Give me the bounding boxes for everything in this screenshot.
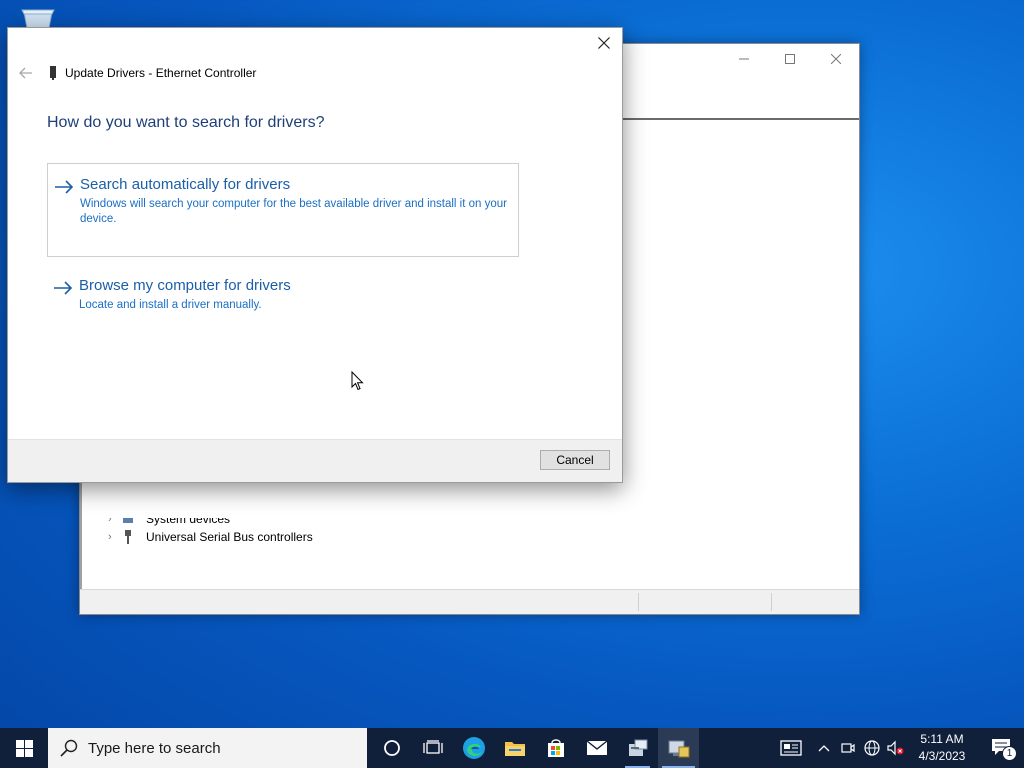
volume-button[interactable] [884, 728, 908, 768]
cortana-button[interactable] [371, 728, 412, 768]
chevron-up-icon [818, 745, 830, 752]
taskbar-search-box[interactable]: Type here to search [48, 728, 367, 768]
system-devices-icon [122, 518, 134, 525]
arrow-right-icon [48, 176, 80, 194]
cancel-button[interactable]: Cancel [540, 450, 610, 470]
mail-icon [586, 740, 607, 755]
network-app-button[interactable] [617, 728, 658, 768]
store-icon [547, 739, 564, 757]
arrow-right-icon [47, 277, 79, 295]
mail-button[interactable] [576, 728, 617, 768]
search-automatically-option[interactable]: Search automatically for drivers Windows… [47, 163, 519, 257]
minimize-icon [739, 58, 749, 60]
maximize-icon [785, 54, 795, 64]
file-explorer-button[interactable] [494, 728, 535, 768]
device-manager-icon [668, 740, 689, 758]
store-button[interactable] [535, 728, 576, 768]
globe-icon [864, 740, 880, 756]
camera-icon [841, 743, 855, 753]
window-caption-buttons [721, 44, 859, 74]
clock[interactable]: 5:11 AM 4/3/2023 [914, 731, 970, 765]
chevron-right-icon[interactable]: › [108, 518, 122, 525]
clock-date: 4/3/2023 [918, 749, 966, 763]
tree-node-label: System devices [146, 512, 231, 526]
show-hidden-icons-button[interactable] [812, 728, 836, 768]
clock-time: 5:11 AM [920, 732, 964, 746]
news-widget-button[interactable] [774, 728, 808, 768]
option-description: Locate and install a driver manually. [79, 299, 262, 311]
network-adapter-icon [50, 66, 56, 80]
windows-logo-icon [15, 739, 33, 757]
news-icon [780, 740, 802, 756]
file-explorer-icon [504, 742, 525, 756]
back-arrow-icon [19, 67, 32, 79]
dialog-title: Update Drivers - Ethernet Controller [65, 66, 257, 80]
system-tray: 5:11 AM 4/3/2023 1 [774, 728, 1024, 768]
option-description: Windows will search your computer for th… [80, 198, 507, 225]
close-icon [831, 54, 841, 64]
status-bar [80, 589, 859, 614]
dialog-close-button[interactable] [590, 30, 618, 56]
update-drivers-dialog: Update Drivers - Ethernet Controller How… [7, 27, 623, 483]
tree-node-usb-controllers[interactable]: › Universal Serial Bus controllers [108, 530, 313, 544]
back-button[interactable] [16, 64, 36, 82]
device-manager-taskbar-button[interactable] [658, 728, 699, 768]
browse-computer-option[interactable]: Browse my computer for drivers Locate an… [47, 265, 519, 313]
edge-button[interactable] [453, 728, 494, 768]
network-app-icon [628, 739, 647, 756]
edge-icon [462, 737, 485, 759]
task-view-button[interactable] [412, 728, 453, 768]
volume-muted-icon [887, 740, 904, 756]
close-window-button[interactable] [813, 44, 859, 74]
notification-count-badge: 1 [1002, 746, 1017, 761]
task-view-icon [422, 740, 443, 754]
tree-node-system-devices[interactable]: › System devices [108, 512, 231, 526]
dialog-heading: How do you want to search for drivers? [47, 114, 325, 131]
tree-node-label: Universal Serial Bus controllers [146, 530, 313, 544]
meet-now-button[interactable] [836, 728, 860, 768]
recycle-bin-icon[interactable] [18, 6, 58, 28]
cortana-icon [383, 740, 400, 756]
close-icon [598, 37, 610, 49]
mouse-cursor-icon [351, 371, 364, 391]
search-placeholder: Type here to search [88, 739, 221, 757]
action-center-button[interactable]: 1 [980, 728, 1024, 768]
usb-icon [122, 530, 134, 544]
minimize-button[interactable] [721, 44, 767, 74]
search-icon [60, 739, 78, 757]
start-button[interactable] [0, 728, 48, 768]
chevron-right-icon[interactable]: › [108, 531, 122, 543]
taskbar: Type here to search 5:11 AM 4/3/2023 1 [0, 728, 1024, 768]
network-status-button[interactable] [860, 728, 884, 768]
dialog-footer: Cancel [8, 439, 622, 482]
option-title: Search automatically for drivers [80, 176, 291, 193]
option-title: Browse my computer for drivers [79, 277, 291, 294]
maximize-button[interactable] [767, 44, 813, 74]
